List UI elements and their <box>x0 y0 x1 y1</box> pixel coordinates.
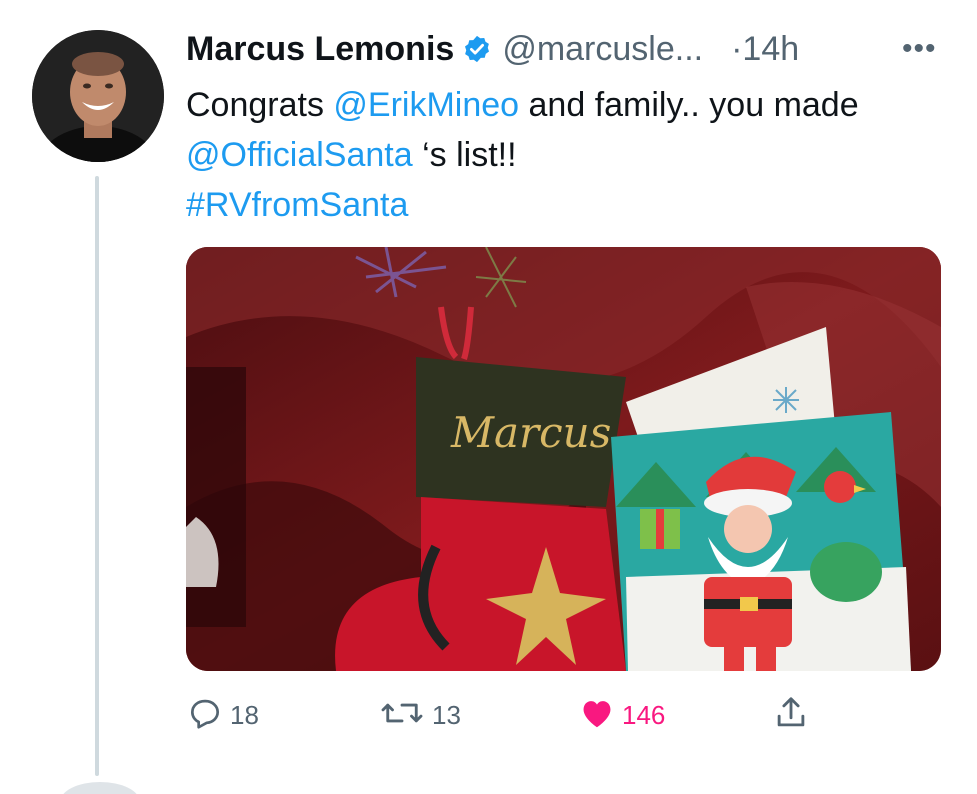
share-button[interactable] <box>772 695 810 735</box>
more-options-icon[interactable]: ••• <box>902 32 937 66</box>
author-name[interactable]: Marcus Lemonis <box>186 30 454 69</box>
tweet-header: Marcus Lemonis @marcusle... · 14h ••• <box>186 26 946 72</box>
tweet-media-image[interactable]: Marcus <box>186 247 941 671</box>
mention-link[interactable]: @OfficialSanta <box>186 136 413 174</box>
tweet-action-bar: 18 13 146 <box>186 695 926 735</box>
next-tweet-avatar[interactable] <box>60 782 140 794</box>
author-avatar[interactable] <box>32 30 164 162</box>
reply-button[interactable]: 18 <box>186 695 259 735</box>
retweet-icon <box>378 694 426 737</box>
text-segment: ‘s list!! <box>412 136 517 174</box>
thread-line <box>95 176 99 776</box>
tweet-text: Congrats @ErikMineo and family.. you mad… <box>186 80 926 230</box>
reply-icon <box>186 694 224 737</box>
tweet-timestamp[interactable]: 14h <box>742 30 799 69</box>
santa-card-icon <box>611 412 911 671</box>
retweet-button[interactable]: 13 <box>378 695 461 735</box>
stocking-name-text: Marcus <box>450 408 611 457</box>
snowflake-icon <box>773 387 799 413</box>
retweet-count: 13 <box>432 699 461 730</box>
text-segment: and family.. you made <box>519 86 859 124</box>
verified-badge-icon <box>462 34 492 64</box>
heart-filled-icon <box>578 694 616 737</box>
time-separator: · <box>731 29 743 68</box>
hashtag-link[interactable]: #RVfromSanta <box>186 186 408 224</box>
mention-link[interactable]: @ErikMineo <box>333 86 519 124</box>
like-button[interactable]: 146 <box>578 695 665 735</box>
like-count: 146 <box>622 699 666 730</box>
author-handle[interactable]: @marcusle... <box>502 30 703 69</box>
share-icon <box>772 694 810 737</box>
text-segment: Congrats <box>186 86 334 124</box>
reply-count: 18 <box>230 699 259 730</box>
